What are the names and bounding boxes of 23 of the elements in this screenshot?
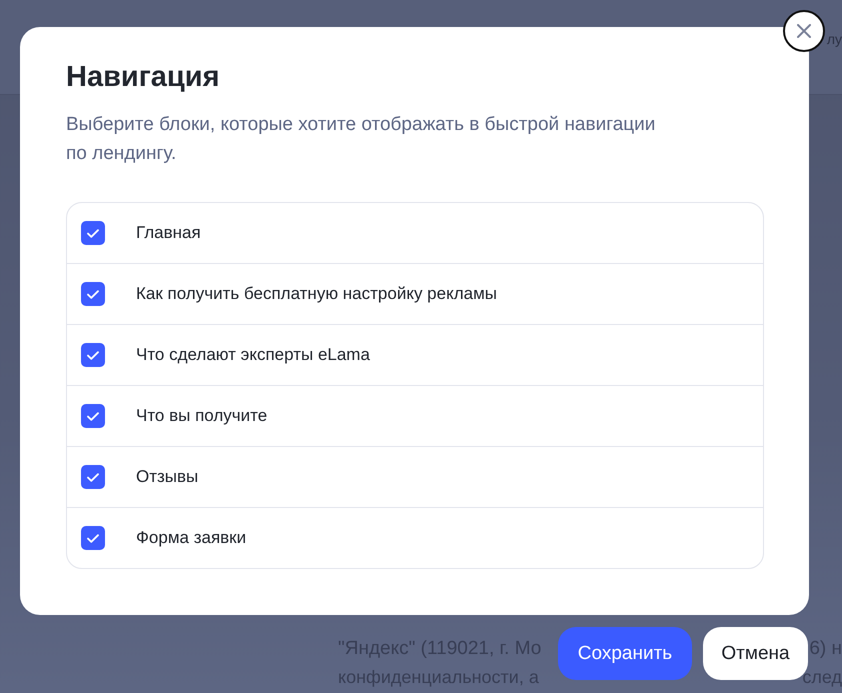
save-button[interactable]: Сохранить <box>558 627 692 680</box>
checkbox[interactable] <box>81 526 105 550</box>
check-icon <box>87 290 99 298</box>
check-icon <box>87 534 99 542</box>
check-icon <box>87 228 99 238</box>
checkbox-label[interactable]: Главная <box>136 222 201 244</box>
check-icon <box>87 350 99 360</box>
checkbox[interactable] <box>81 404 105 428</box>
checkbox-label[interactable]: Отзывы <box>136 466 198 488</box>
checkbox[interactable] <box>81 282 105 306</box>
checkbox-label[interactable]: Что вы получите <box>136 405 268 427</box>
cancel-button[interactable]: Отмена <box>703 627 808 680</box>
dialog-title: Навигация <box>66 60 221 95</box>
checkbox-label[interactable]: Что сделают эксперты eLama <box>136 344 370 366</box>
checkbox-label[interactable]: Форма заявки <box>136 527 246 549</box>
check-icon <box>87 412 99 420</box>
check-icon <box>87 472 99 482</box>
checkbox-label[interactable]: Как получить бесплатную настройку рекламы <box>136 283 498 305</box>
checkbox[interactable] <box>81 221 105 245</box>
close-icon <box>797 24 811 38</box>
checkbox[interactable] <box>81 343 105 367</box>
checkbox[interactable] <box>81 465 105 489</box>
dialog-description: Выберите блоки, которые хотите отображать в быстрой навигации по лендингу. <box>66 113 656 166</box>
